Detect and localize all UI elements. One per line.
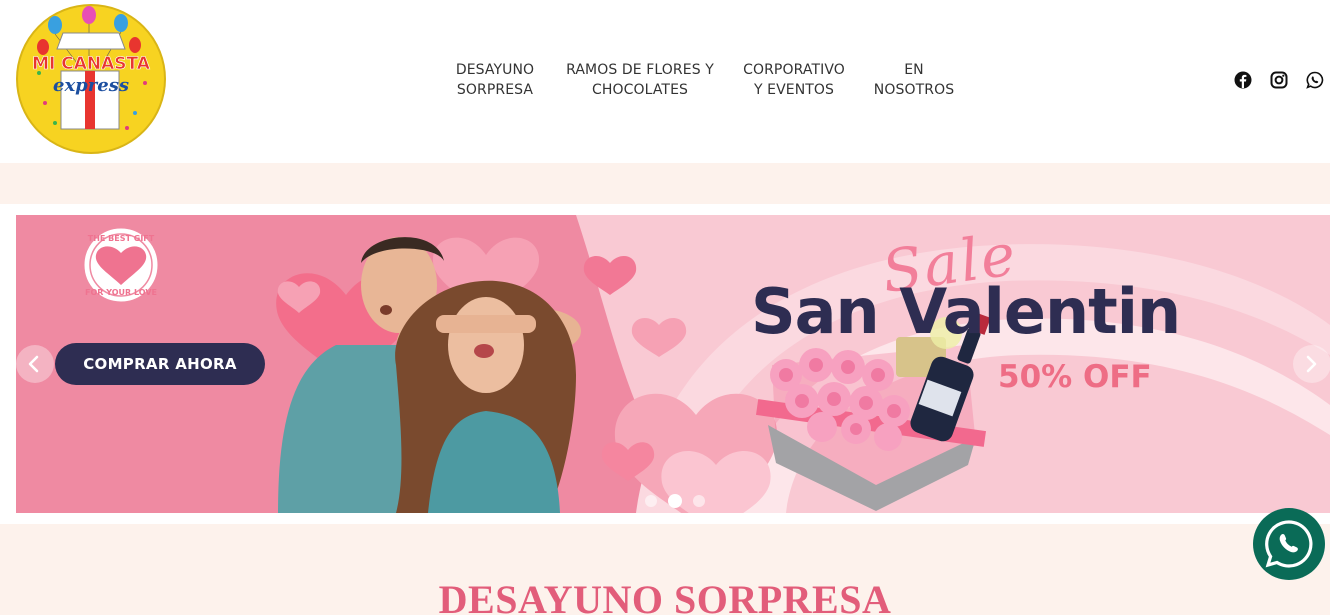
nav-item-line: DESAYUNO xyxy=(455,62,535,78)
whatsapp-float-button[interactable] xyxy=(1253,508,1325,580)
whatsapp-icon xyxy=(1265,520,1313,568)
nav-item-line: Y EVENTOS xyxy=(753,82,835,98)
gift-badge: THE BEST GIFT FOR YOUR LOVE xyxy=(81,225,161,305)
hero-slide: THE BEST GIFT FOR YOUR LOVE COMPRAR AHOR… xyxy=(16,215,1330,513)
nav-item-line: EN xyxy=(904,62,924,78)
hero-slider: THE BEST GIFT FOR YOUR LOVE COMPRAR AHOR… xyxy=(0,204,1330,524)
slider-dot-3[interactable] xyxy=(693,495,705,507)
badge-bottom-text: FOR YOUR LOVE xyxy=(85,288,157,297)
sale-title: San Valentin xyxy=(751,275,1181,348)
buy-now-button[interactable]: COMPRAR AHORA xyxy=(55,343,265,385)
site-header: MI CANASTA express DESAYUNO SORPRESA RAM… xyxy=(0,0,1330,163)
instagram-icon[interactable] xyxy=(1270,71,1288,89)
nav-item-line: SORPRESA xyxy=(456,82,534,98)
slider-dot-1[interactable] xyxy=(645,495,657,507)
main-nav: DESAYUNO SORPRESA RAMOS DE FLORES Y CHOC… xyxy=(0,60,1330,100)
chevron-left-icon xyxy=(28,355,39,373)
sale-discount: 50% OFF xyxy=(998,359,1152,395)
slider-dot-2[interactable] xyxy=(668,494,682,508)
nav-item-line: CORPORATIVO xyxy=(743,62,845,78)
nav-item-corporativo[interactable]: CORPORATIVO Y EVENTOS xyxy=(740,60,848,100)
nav-item-nosotros[interactable]: EN NOSOTROS xyxy=(870,60,958,100)
nav-item-desayuno[interactable]: DESAYUNO SORPRESA xyxy=(452,60,538,100)
whatsapp-icon[interactable] xyxy=(1306,71,1324,89)
section-title: DESAYUNO SORPRESA xyxy=(438,577,892,615)
nav-item-ramos[interactable]: RAMOS DE FLORES Y CHOCOLATES xyxy=(566,60,714,100)
facebook-icon[interactable] xyxy=(1234,71,1252,89)
nav-item-line: RAMOS DE FLORES Y xyxy=(566,62,714,78)
slider-prev-button[interactable] xyxy=(16,345,54,383)
chevron-right-icon xyxy=(1306,355,1317,373)
nav-item-line: CHOCOLATES xyxy=(591,82,688,98)
slider-next-button[interactable] xyxy=(1293,345,1330,383)
badge-top-text: THE BEST GIFT xyxy=(88,234,155,243)
nav-item-line: NOSOTROS xyxy=(873,82,955,98)
